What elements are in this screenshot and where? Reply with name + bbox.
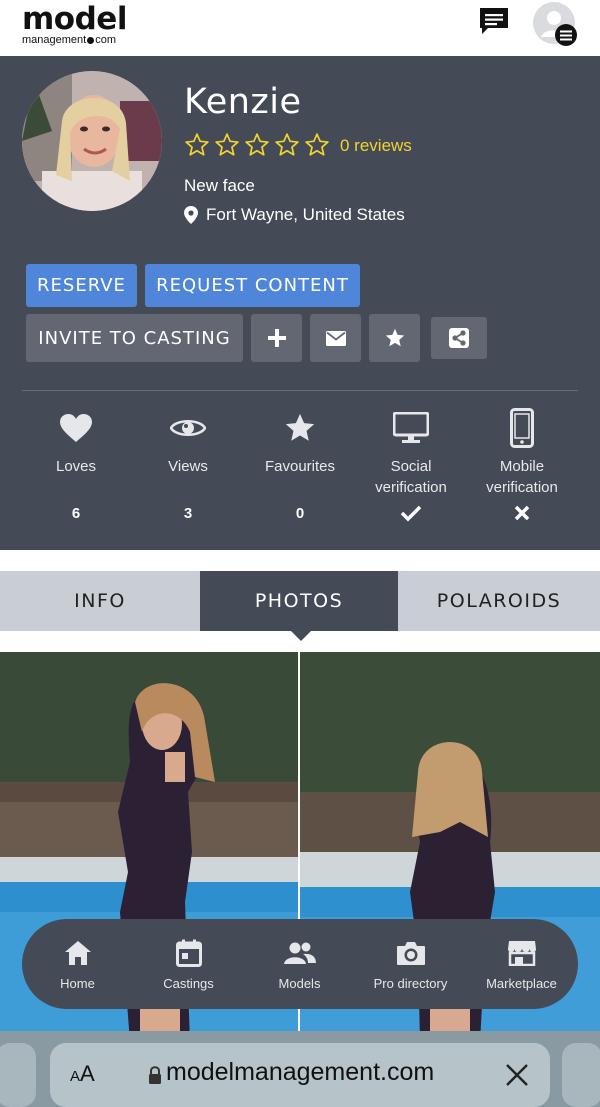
brand-logo[interactable]: model management com: [22, 2, 127, 46]
nav-label: Pro directory: [373, 975, 448, 991]
stat-label: Mobile verification: [486, 458, 558, 496]
browser-address-bar: AA modelmanagement.com: [0, 1031, 600, 1107]
chat-icon[interactable]: [478, 6, 510, 36]
star-outline-icon: [185, 133, 209, 156]
share-icon: [449, 328, 469, 348]
stat-label: Favourites: [264, 458, 336, 475]
cross-icon: [514, 505, 530, 521]
nav-label: Models: [278, 975, 321, 991]
stat-mobile-verification: Mobile verification: [467, 408, 577, 524]
divider: [22, 390, 578, 391]
brand-name: model: [22, 1, 127, 37]
rating-stars: [184, 132, 330, 158]
brand-sub-left: management: [22, 34, 87, 46]
nav-models[interactable]: Models: [244, 938, 355, 991]
nav-marketplace[interactable]: Marketplace: [466, 938, 577, 991]
star-outline-icon: [215, 133, 239, 156]
aa-small: A: [70, 1068, 81, 1085]
request-content-button[interactable]: REQUEST CONTENT: [145, 264, 360, 307]
tab-polaroids[interactable]: POLAROIDS: [398, 571, 600, 631]
stat-favourites: Favourites 0: [245, 408, 355, 524]
previous-tab[interactable]: [0, 1043, 36, 1107]
next-tab[interactable]: [562, 1043, 600, 1107]
envelope-icon: [325, 330, 346, 346]
model-category: New face: [184, 176, 255, 195]
reader-text-size-button[interactable]: AA: [70, 1061, 95, 1087]
nav-castings[interactable]: Castings: [133, 938, 244, 991]
nav-home[interactable]: Home: [22, 938, 133, 991]
nav-label: Marketplace: [486, 975, 557, 991]
monitor-icon: [393, 412, 429, 443]
brand-subline: management com: [22, 35, 127, 46]
top-header: model management com: [0, 0, 600, 56]
stat-value: 6: [71, 504, 81, 522]
lock-icon: [149, 1066, 161, 1084]
invite-to-casting-button[interactable]: INVITE TO CASTING: [26, 314, 243, 362]
star-outline-icon: [245, 133, 269, 156]
share-button[interactable]: [431, 317, 487, 359]
heart-icon: [60, 414, 92, 442]
people-icon: [283, 942, 316, 964]
camera-icon: [396, 941, 425, 965]
plus-icon: [267, 329, 286, 347]
profile-panel: Kenzie 0 reviews New face Fort Wayne, Un…: [0, 56, 600, 550]
avatar-photo: [22, 71, 162, 211]
nav-label: Home: [60, 975, 95, 991]
eye-icon: [170, 419, 206, 437]
stat-label: Views: [168, 458, 208, 475]
reviews-link[interactable]: 0 reviews: [340, 136, 412, 156]
close-icon[interactable]: [505, 1063, 529, 1087]
storefront-icon: [507, 940, 536, 966]
location-pin-icon: [184, 206, 198, 224]
model-name: Kenzie: [184, 82, 302, 122]
aa-big: A: [80, 1061, 95, 1086]
tab-info[interactable]: INFO: [0, 571, 200, 631]
stat-value: 3: [183, 504, 193, 522]
calendar-icon: [175, 939, 202, 967]
star-outline-icon: [275, 133, 299, 156]
url-field[interactable]: AA modelmanagement.com: [50, 1043, 550, 1107]
stat-loves: Loves 6: [21, 408, 131, 524]
star-icon: [385, 328, 404, 347]
mobile-icon: [510, 408, 534, 448]
stat-social-verification: Social verification: [356, 408, 466, 524]
stat-label: Social verification: [375, 458, 447, 496]
brand-dot: [87, 37, 95, 44]
brand-sub-right: com: [95, 34, 116, 46]
stat-value: 0: [295, 504, 305, 522]
reserve-button[interactable]: RESERVE: [26, 264, 137, 307]
stat-views: Views 3: [133, 408, 243, 524]
bottom-nav: Home Castings Models Pro directory Marke…: [22, 919, 578, 1009]
url-text: modelmanagement.com: [166, 1058, 435, 1086]
star-outline-icon: [305, 133, 329, 156]
stat-label: Loves: [55, 458, 97, 475]
user-menu-icon[interactable]: [532, 1, 578, 47]
stat-value: [467, 502, 577, 524]
avatar[interactable]: [22, 71, 162, 211]
star-icon: [285, 413, 315, 441]
check-icon: [400, 505, 422, 522]
add-button[interactable]: [251, 314, 302, 362]
location-text: Fort Wayne, United States: [206, 205, 405, 224]
home-icon: [64, 940, 91, 965]
model-location: Fort Wayne, United States: [184, 205, 405, 225]
nav-pro-directory[interactable]: Pro directory: [355, 938, 466, 991]
stat-value: [356, 502, 466, 524]
tab-photos[interactable]: PHOTOS: [200, 571, 398, 641]
favourite-button[interactable]: [369, 314, 420, 362]
nav-label: Castings: [163, 975, 214, 991]
message-button[interactable]: [310, 314, 361, 362]
profile-tabs: INFO PHOTOS POLAROIDS: [0, 571, 600, 641]
